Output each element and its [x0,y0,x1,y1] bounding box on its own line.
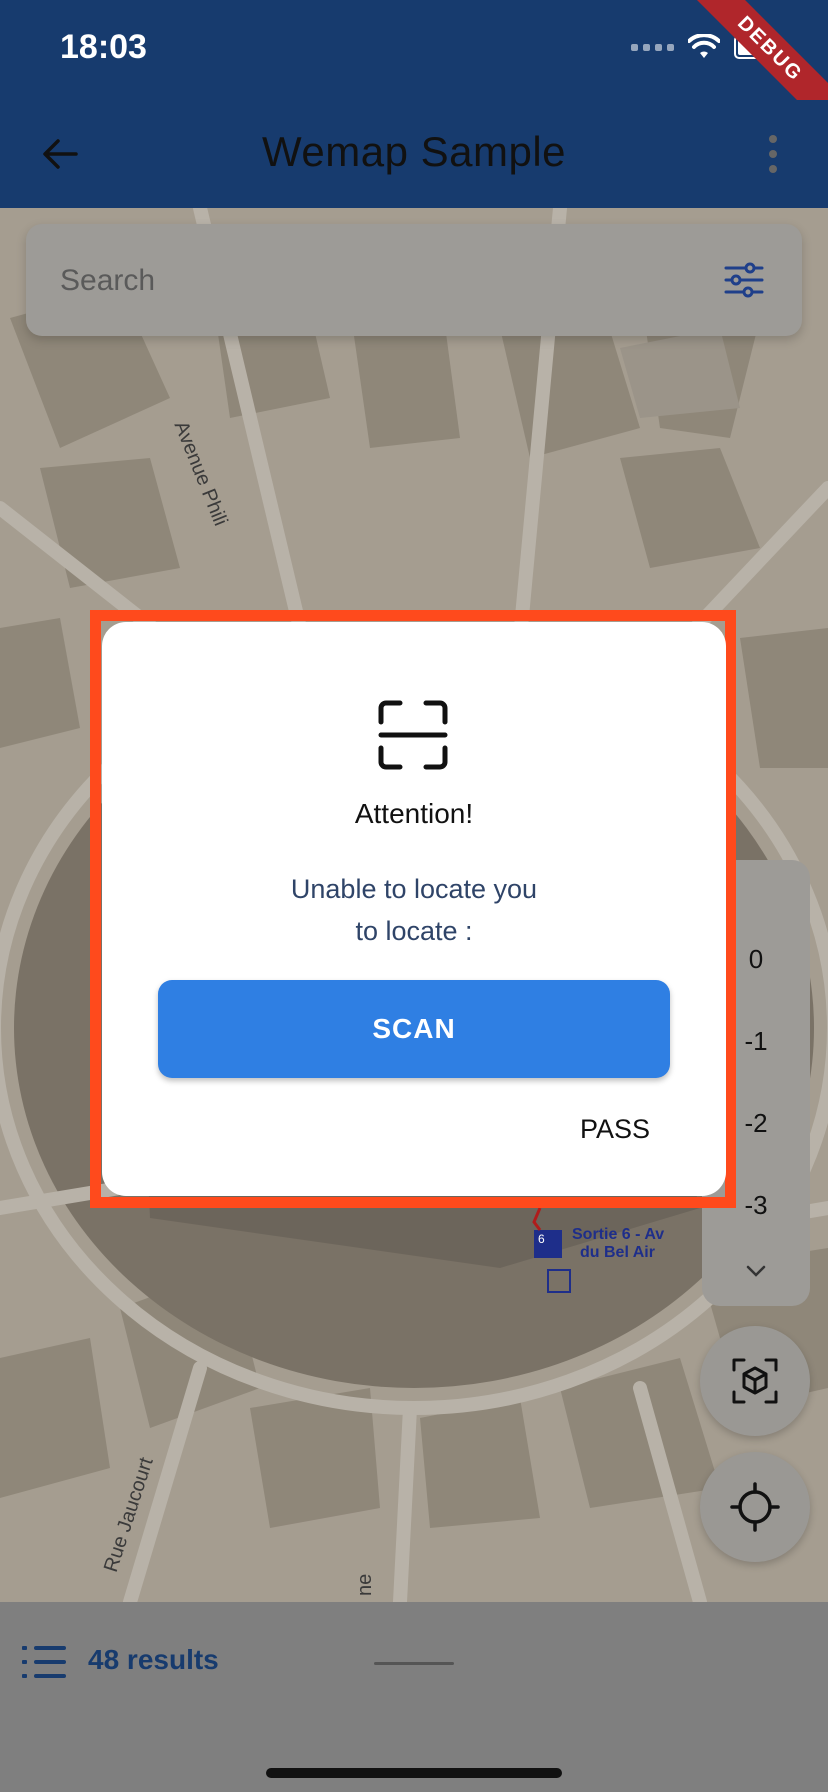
dialog-message: Unable to locate you to locate : [102,868,726,952]
dialog-message-line: to locate : [355,916,473,946]
scan-frame-icon [378,700,448,770]
more-vertical-icon[interactable] [758,130,788,178]
pass-button[interactable]: PASS [570,1104,660,1155]
status-time: 18:03 [60,28,147,66]
location-dialog: Attention! Unable to locate you to locat… [102,622,726,1196]
dialog-message-line: Unable to locate you [290,874,538,904]
dialog-title: Attention! [354,798,474,829]
scan-button[interactable]: SCAN [158,980,670,1078]
wifi-icon [688,34,720,58]
app-title: Wemap Sample [261,128,567,175]
app-bar: Wemap Sample [0,100,828,208]
cellular-signal-icon [631,43,674,51]
status-bar: 18:03 DEBUG [0,0,828,139]
